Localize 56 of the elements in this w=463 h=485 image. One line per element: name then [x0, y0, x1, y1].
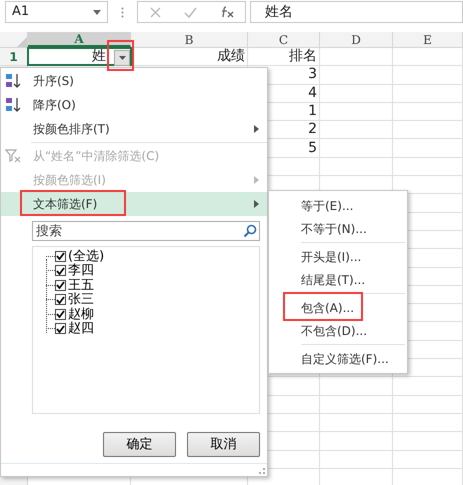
- table-cell-text: 1: [308, 102, 317, 122]
- menu-item[interactable]: 包含(A)...: [301, 298, 354, 316]
- sort-descending-icon: [5, 97, 21, 113]
- search-field[interactable]: 搜索: [32, 221, 260, 241]
- table-cell-text: 2: [308, 120, 317, 140]
- column-header[interactable]: D: [320, 32, 393, 47]
- value-label[interactable]: 张三: [68, 293, 94, 306]
- column-header[interactable]: C: [248, 32, 320, 47]
- name-box[interactable]: A1: [5, 1, 108, 23]
- column-header[interactable]: E: [393, 32, 463, 47]
- value-label[interactable]: 李四: [68, 264, 94, 278]
- table-cell-text: 3: [308, 65, 317, 84]
- checkbox[interactable]: [55, 323, 66, 334]
- grip-icon: [121, 6, 124, 18]
- column-header[interactable]: B: [131, 32, 248, 47]
- table-cell-text: 成绩: [217, 47, 245, 66]
- value-label[interactable]: 赵四: [68, 322, 94, 336]
- table-cell-text: 5: [308, 138, 317, 158]
- formula-field[interactable]: 姓名: [250, 1, 463, 23]
- submenu-arrow-icon: [254, 176, 259, 184]
- submenu-arrow-icon: [254, 200, 259, 208]
- menu-item[interactable]: 等于(E)...: [301, 196, 354, 214]
- row-header[interactable]: 1: [0, 48, 28, 66]
- menu-item[interactable]: 开头是(I)...: [301, 248, 362, 266]
- menu-item[interactable]: 自定义筛选(F)...: [301, 350, 389, 368]
- function-icon[interactable]: [220, 6, 234, 18]
- table-cell-text: 姓: [92, 47, 106, 66]
- checkbox[interactable]: [55, 250, 66, 262]
- value-label[interactable]: (全选): [68, 250, 104, 263]
- dialog-button[interactable]: 确定: [103, 432, 176, 457]
- filter-clear-icon: [5, 148, 21, 164]
- menu-item[interactable]: 结尾是(T)...: [301, 270, 366, 288]
- table-cell-text: 4: [308, 84, 317, 103]
- checkbox[interactable]: [55, 294, 66, 306]
- sort-ascending-icon: [5, 73, 21, 89]
- menu-item[interactable]: 升序(S): [1, 69, 267, 93]
- checkbox[interactable]: [55, 265, 66, 276]
- menu-item[interactable]: 按颜色排序(T): [1, 117, 267, 141]
- dropdown-caret-icon: [93, 10, 101, 14]
- search-icon: [243, 224, 257, 238]
- filter-dropdown-button[interactable]: [114, 50, 130, 66]
- dialog-button[interactable]: 取消: [187, 432, 260, 457]
- table-cell-text: 排名: [289, 47, 317, 66]
- dropdown-caret-icon: [118, 56, 126, 60]
- menu-item[interactable]: 文本筛选(F): [1, 192, 267, 216]
- submenu-arrow-icon: [254, 125, 259, 133]
- menu-item[interactable]: 降序(O): [1, 93, 267, 117]
- checkbox[interactable]: [55, 308, 66, 320]
- column-header[interactable]: A: [28, 32, 131, 47]
- checkbox[interactable]: [55, 280, 66, 291]
- menu-item[interactable]: 不包含(D)...: [301, 322, 368, 340]
- menu-item[interactable]: 不等于(N)...: [301, 220, 367, 238]
- value-label[interactable]: 赵柳: [68, 308, 94, 321]
- annotation-frame: [107, 40, 134, 71]
- resize-grip-icon[interactable]: [259, 468, 265, 474]
- value-label[interactable]: 王五: [68, 278, 94, 292]
